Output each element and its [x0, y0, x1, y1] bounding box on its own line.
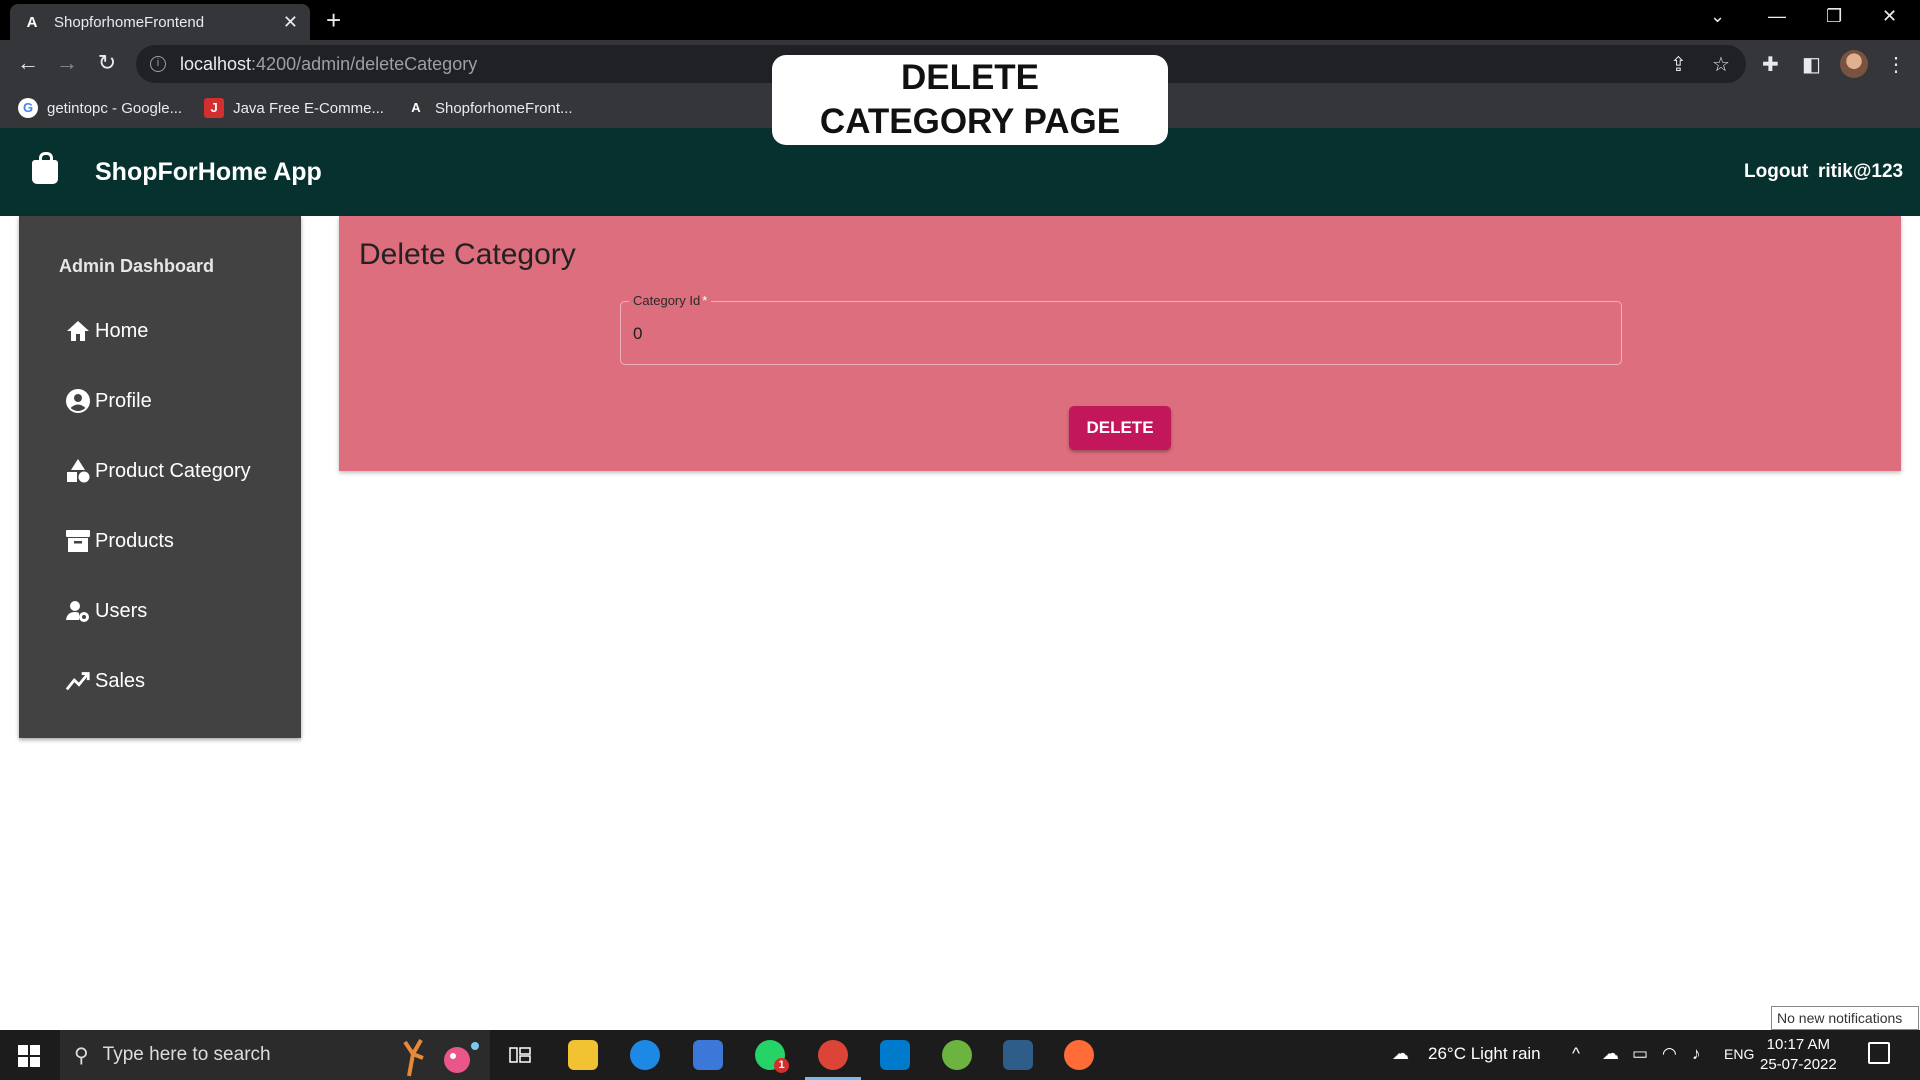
bookmark-label: getintopc - Google...: [47, 99, 183, 117]
share-icon[interactable]: ⇪: [1670, 52, 1687, 77]
spring-tool-suite-icon[interactable]: [942, 1040, 972, 1070]
page-caption-overlay: DELETE CATEGORY PAGE: [772, 55, 1168, 145]
sidebar-item-profile[interactable]: Profile: [65, 383, 152, 419]
battery-icon[interactable]: ▭: [1632, 1044, 1648, 1064]
bookmark-item[interactable]: A ShopforhomeFront...: [406, 98, 573, 118]
manage-accounts-icon: [65, 598, 91, 624]
chrome-icon[interactable]: [818, 1040, 848, 1070]
sidebar-heading: Admin Dashboard: [59, 256, 215, 276]
onedrive-icon[interactable]: ☁: [1602, 1044, 1619, 1064]
clock-time: 10:17 AM: [1766, 1036, 1831, 1053]
tab-search-icon[interactable]: ⌄: [1710, 6, 1725, 27]
site-info-icon[interactable]: i: [150, 56, 166, 72]
caption-line-1: DELETE: [900, 58, 1040, 97]
inventory-icon: [65, 528, 91, 554]
volume-icon[interactable]: ♪: [1692, 1044, 1701, 1064]
angular-icon: A: [411, 100, 421, 115]
field-label-text: Category Id: [633, 293, 701, 308]
notification-tooltip: No new notifications: [1771, 1006, 1919, 1030]
sidebar-item-label: Users: [95, 599, 148, 622]
admin-sidebar: Admin Dashboard Home Profile Product Cat…: [19, 216, 301, 738]
postman-icon[interactable]: [1064, 1040, 1094, 1070]
trending-up-icon: [65, 668, 91, 694]
browser-tab[interactable]: A ShopforhomeFrontend ✕: [10, 4, 310, 40]
app-title[interactable]: ShopForHome App: [95, 158, 322, 187]
microsoft-store-icon[interactable]: [693, 1040, 723, 1070]
sidebar-item-product-category[interactable]: Product Category: [65, 453, 251, 489]
windows-start-icon[interactable]: [18, 1045, 40, 1067]
search-icon: ⚲: [74, 1044, 89, 1067]
reload-icon[interactable]: ↻: [93, 50, 121, 76]
sidebar-item-products[interactable]: Products: [65, 523, 174, 559]
tray-chevron-icon[interactable]: ^: [1572, 1044, 1580, 1064]
weather-text[interactable]: 26°C Light rain: [1428, 1044, 1541, 1064]
back-icon[interactable]: ←: [14, 50, 42, 76]
category-icon: [65, 458, 91, 484]
category-id-label: Category Id *: [629, 293, 712, 308]
weather-icon[interactable]: ☁: [1392, 1044, 1409, 1064]
menu-kebab-icon[interactable]: ⋮: [1886, 52, 1906, 77]
search-placeholder: Type here to search: [102, 1044, 271, 1065]
whatsapp-icon[interactable]: 1: [755, 1040, 789, 1073]
side-panel-icon[interactable]: ◧: [1802, 52, 1821, 77]
delete-button[interactable]: DELETE: [1069, 406, 1171, 450]
java-icon: J: [204, 98, 225, 118]
sidebar-item-label: Product Category: [95, 459, 251, 482]
task-view-icon[interactable]: [505, 1040, 535, 1070]
wifi-icon[interactable]: ◠: [1662, 1044, 1677, 1064]
profile-avatar[interactable]: [1840, 50, 1868, 78]
mysql-workbench-icon[interactable]: [1003, 1040, 1033, 1070]
bookmark-star-icon[interactable]: ☆: [1712, 52, 1730, 77]
home-icon: [65, 318, 91, 344]
close-window-icon[interactable]: ✕: [1882, 6, 1897, 27]
whatsapp-badge: 1: [774, 1058, 789, 1073]
sidebar-item-sales[interactable]: Sales: [65, 663, 145, 699]
sidebar-item-users[interactable]: Users: [65, 593, 147, 629]
edge-icon[interactable]: [630, 1040, 660, 1070]
restore-icon[interactable]: ❐: [1826, 6, 1842, 27]
windows-taskbar: ⚲ Type here to search 1 ☁ 26°C Light rai…: [0, 1030, 1920, 1080]
angular-icon: A: [26, 13, 38, 31]
user-name[interactable]: ritik@123: [1818, 161, 1903, 183]
required-mark: *: [702, 293, 708, 308]
tab-title: ShopforhomeFrontend: [54, 13, 205, 31]
bookmark-label: ShopforhomeFront...: [434, 99, 573, 117]
sidebar-item-label: Home: [95, 319, 149, 342]
system-clock[interactable]: 10:17 AM 25-07-2022: [1760, 1035, 1837, 1075]
extensions-icon[interactable]: ✚: [1762, 52, 1779, 77]
bookmark-item[interactable]: J Java Free E-Comme...: [204, 98, 384, 118]
delete-category-card: Delete Category Category Id* DELETE: [339, 216, 1901, 471]
search-highlight-illustration: [403, 1039, 479, 1077]
shopping-bag-icon: [32, 152, 58, 184]
vscode-icon[interactable]: [880, 1040, 910, 1070]
url-host: localhost: [180, 53, 252, 74]
page-title: Delete Category: [359, 238, 576, 271]
logout-link[interactable]: Logout: [1744, 161, 1808, 183]
bookmark-label: Java Free E-Comme...: [233, 99, 384, 117]
sidebar-item-home[interactable]: Home: [65, 313, 148, 349]
caption-line-2: CATEGORY PAGE: [819, 102, 1121, 141]
category-id-field[interactable]: Category Id *: [620, 293, 1622, 365]
new-tab-button[interactable]: +: [326, 6, 341, 34]
browser-tab-bar: A ShopforhomeFrontend ✕ + ⌄ — ❐ ✕: [0, 0, 1920, 40]
google-icon: G: [18, 98, 38, 118]
sidebar-item-label: Products: [95, 529, 174, 552]
sidebar-item-label: Profile: [95, 389, 152, 412]
clock-date: 25-07-2022: [1760, 1056, 1837, 1073]
forward-icon[interactable]: →: [53, 50, 81, 76]
action-center-icon[interactable]: [1868, 1042, 1890, 1064]
sidebar-item-label: Sales: [95, 669, 146, 692]
language-indicator[interactable]: ENG: [1724, 1046, 1754, 1062]
minimize-icon[interactable]: —: [1768, 6, 1786, 27]
bookmark-item[interactable]: G getintopc - Google...: [18, 98, 182, 118]
account-circle-icon: [65, 388, 91, 414]
url-path: :4200/admin/deleteCategory: [251, 53, 478, 74]
category-id-input[interactable]: [633, 324, 1593, 344]
close-tab-icon[interactable]: ✕: [283, 12, 298, 33]
file-explorer-icon[interactable]: [568, 1040, 598, 1070]
